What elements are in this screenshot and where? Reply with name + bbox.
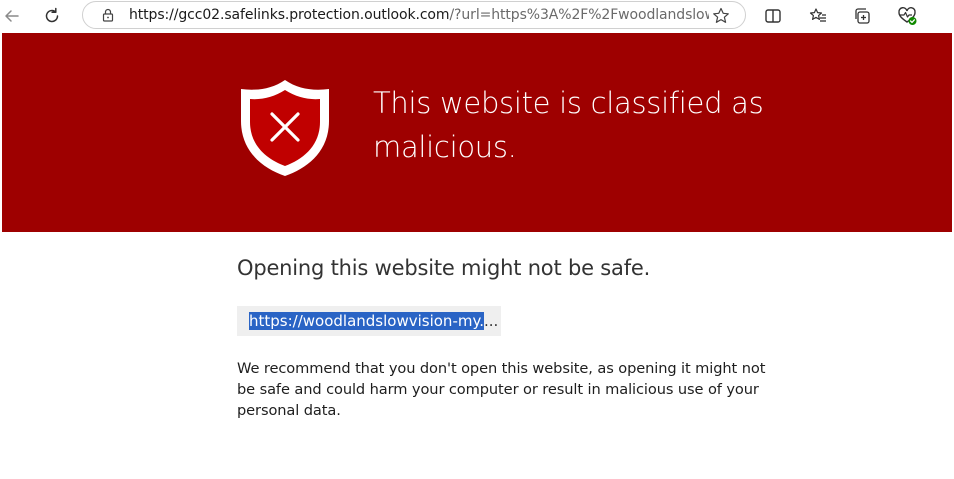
warning-banner: This website is classified as malicious. xyxy=(2,33,952,232)
blocked-url-box[interactable]: https://woodlandslowvision-my.... xyxy=(237,306,501,336)
warning-heading: Opening this website might not be safe. xyxy=(237,256,651,280)
browser-toolbar: https://gcc02.safelinks.protection.outlo… xyxy=(0,0,954,32)
shield-x-icon xyxy=(241,80,329,176)
split-screen-icon[interactable] xyxy=(761,4,785,28)
blocked-url-ellipsis: ... xyxy=(483,312,499,330)
back-arrow-icon[interactable] xyxy=(0,4,24,28)
url-path: /?url=https%3A%2F%2Fwoodlandslowvisio... xyxy=(449,7,709,23)
browser-essentials-icon[interactable] xyxy=(895,4,919,28)
blocked-url[interactable]: https://woodlandslowvision-my.... xyxy=(249,311,498,331)
url-text[interactable]: https://gcc02.safelinks.protection.outlo… xyxy=(129,6,709,24)
warning-message: We recommend that you don't open this we… xyxy=(237,360,766,419)
lock-icon[interactable] xyxy=(100,7,116,23)
blocked-url-selected: https://woodlandslowvision-my. xyxy=(249,312,484,330)
warning-title: This website is classified as malicious. xyxy=(373,86,764,164)
refresh-icon[interactable] xyxy=(40,4,64,28)
star-icon[interactable] xyxy=(709,4,733,28)
collections-icon[interactable] xyxy=(850,4,874,28)
address-bar[interactable]: https://gcc02.safelinks.protection.outlo… xyxy=(82,1,746,29)
url-host: https://gcc02.safelinks.protection.outlo… xyxy=(129,7,450,23)
favorites-icon[interactable] xyxy=(806,4,830,28)
